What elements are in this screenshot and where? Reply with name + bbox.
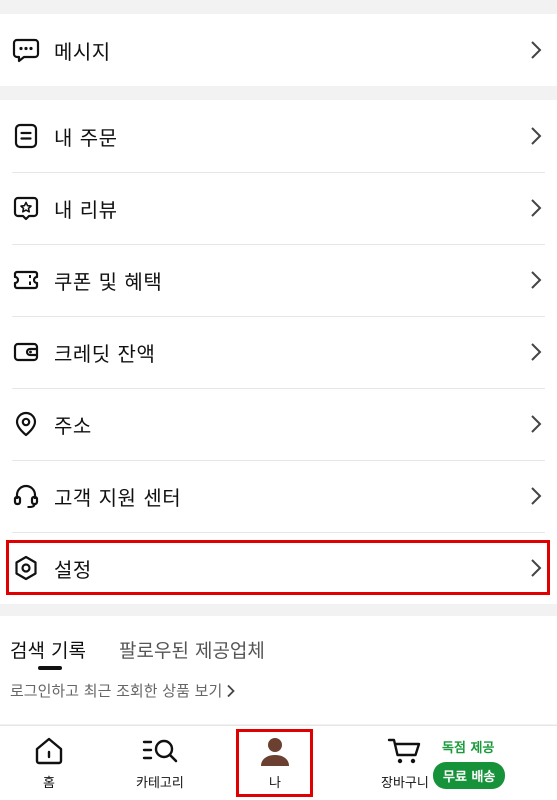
chevron-right-icon (531, 127, 542, 145)
menu-item-label: 설정 (54, 557, 92, 582)
person-icon (261, 738, 289, 766)
history-tabs-section: 검색 기록 팔로우된 제공업체 로그인하고 최근 조회한 상품 보기 (0, 616, 557, 724)
account-menu-section: 내 주문 내 리뷰 쿠폰 및 혜택 크레딧 잔액 주소 고객 지원 센터 설정 (0, 100, 557, 604)
chevron-right-icon (531, 41, 542, 59)
chevron-right-icon (531, 199, 542, 217)
chevron-right-icon (531, 343, 542, 361)
coupon-icon (11, 265, 41, 295)
messages-section: 메시지 (0, 14, 557, 86)
free-shipping-badge: 무료 배송 (433, 762, 506, 789)
nav-label: 홈 (43, 776, 55, 791)
order-icon (11, 121, 41, 151)
nav-home[interactable]: 홈 (33, 736, 65, 791)
menu-item-settings[interactable]: 설정 (0, 532, 557, 604)
message-icon (11, 35, 41, 65)
chevron-right-icon (531, 415, 542, 433)
nav-cart[interactable]: 장바구니 (381, 736, 429, 791)
tab-followed-providers[interactable]: 팔로우된 제공업체 (119, 636, 265, 663)
chevron-right-icon (531, 487, 542, 505)
home-icon (35, 737, 63, 765)
menu-item-label: 고객 지원 센터 (54, 485, 182, 510)
wallet-icon (11, 337, 41, 367)
nav-me[interactable]: 나 (258, 736, 292, 791)
menu-item-label: 메시지 (54, 39, 111, 64)
headset-icon (11, 481, 41, 511)
location-icon (11, 409, 41, 439)
category-search-icon (142, 739, 178, 763)
menu-item-label: 쿠폰 및 혜택 (54, 269, 163, 294)
chevron-right-icon (531, 559, 542, 577)
exclusive-offer-label: 독점 제공 (442, 741, 495, 756)
chevron-right-icon (227, 684, 236, 697)
menu-item-credit-balance[interactable]: 크레딧 잔액 (0, 316, 557, 388)
menu-item-support-center[interactable]: 고객 지원 센터 (0, 460, 557, 532)
menu-item-label: 크레딧 잔액 (54, 341, 156, 366)
menu-item-label: 내 리뷰 (54, 197, 118, 222)
nav-label: 카테고리 (136, 776, 184, 791)
active-tab-indicator (38, 666, 62, 670)
menu-item-label: 주소 (54, 413, 92, 438)
menu-item-coupons[interactable]: 쿠폰 및 혜택 (0, 244, 557, 316)
nav-category[interactable]: 카테고리 (136, 736, 184, 791)
tab-search-history[interactable]: 검색 기록 (10, 636, 86, 663)
login-prompt-link[interactable]: 로그인하고 최근 조회한 상품 보기 (10, 680, 236, 701)
menu-item-my-reviews[interactable]: 내 리뷰 (0, 172, 557, 244)
cart-icon (387, 738, 421, 764)
menu-item-label: 내 주문 (54, 125, 118, 150)
menu-item-messages[interactable]: 메시지 (0, 14, 557, 86)
nav-label: 나 (269, 776, 281, 791)
menu-item-address[interactable]: 주소 (0, 388, 557, 460)
settings-icon (11, 553, 41, 583)
login-prompt-text: 로그인하고 최근 조회한 상품 보기 (10, 682, 223, 700)
nav-label: 장바구니 (381, 776, 429, 791)
menu-item-my-orders[interactable]: 내 주문 (0, 100, 557, 172)
chevron-right-icon (531, 271, 542, 289)
review-icon (11, 193, 41, 223)
